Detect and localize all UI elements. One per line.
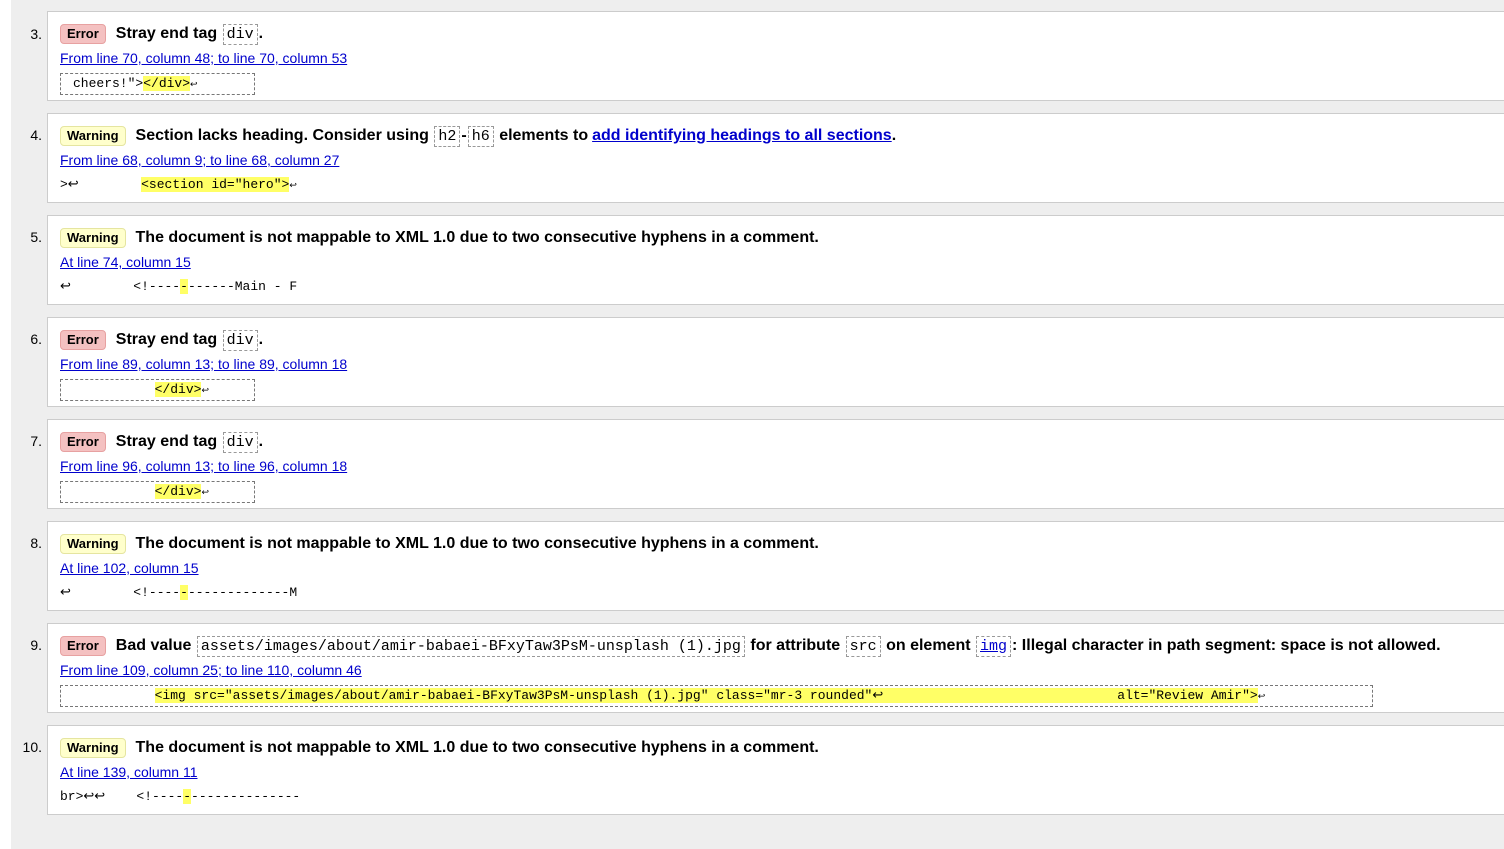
extract-highlight: <img src="assets/images/about/amir-babae… [154,688,1258,703]
message-heading: Error Bad value assets/images/about/amir… [60,634,1441,658]
source-extract: ↩ <!-----------Main - F [60,277,309,299]
extract-text [61,484,155,499]
message-text: for attribute [750,637,841,654]
extract-text: br>↩↩ <!---- [60,789,184,804]
message-number: 5. [30,229,42,245]
extract-highlight: <section id="hero"> [141,177,290,192]
extract-highlight: </div> [154,484,202,499]
warning-badge: Warning [60,228,126,248]
extract-text: -------------- [191,789,301,804]
message-suffix: . [891,127,897,144]
source-extract: br>↩↩ <!------------------- [60,787,312,809]
line-break-marker: ↩ [201,386,209,396]
message-number: 4. [30,127,42,143]
source-extract: </div>↩ [60,481,255,503]
extract-text: ↩ <!---- [60,279,181,294]
extract-text: ↩ <!---- [60,585,181,600]
line-break-marker: ↩ [289,181,297,191]
error-badge: Error [60,432,106,452]
message-card: Warning The document is not mappable to … [47,521,1504,611]
line-break-marker: ↩ [201,488,209,498]
code-snippet: src [845,635,881,657]
message-suffix: . [258,433,264,450]
message-heading: Error Stray end tag div . [60,22,263,46]
message-heading: Warning The document is not mappable to … [60,736,819,760]
line-break-marker: ↩ [190,80,198,90]
warning-badge: Warning [60,126,126,146]
message-number: 7. [30,433,42,449]
warning-badge: Warning [60,534,126,554]
headings-help-link[interactable]: add identifying headings to all sections [592,127,892,145]
message-suffix: . [258,331,264,348]
message-heading: Warning The document is not mappable to … [60,226,819,250]
dash: - [461,127,467,144]
message-title: Stray end tag [115,25,218,42]
message-card: Error Bad value assets/images/about/amir… [47,623,1504,713]
extract-text: -------------M [187,585,298,600]
source-extract: >↩ <section id="hero">↩ [60,175,309,197]
message-title: The document is not mappable to XML 1.0 … [135,535,819,552]
message-number: 8. [30,535,42,551]
error-badge: Error [60,636,106,656]
location-link[interactable]: At line 102, column 15 [60,560,199,576]
message-title: Stray end tag [115,331,218,348]
message-suffix: . [258,25,264,42]
message-title: The document is not mappable to XML 1.0 … [135,739,819,756]
source-extract: cheers!"></div>↩ [60,73,255,95]
line-break-marker: ↩ [1257,692,1266,702]
message-card: Warning The document is not mappable to … [47,215,1504,305]
location-link[interactable]: From line 68, column 9; to line 68, colu… [60,152,339,168]
code-snippet: h6 [467,125,494,147]
img-element-link[interactable]: img [976,635,1012,657]
code-snippet: assets/images/about/amir-babaei-BFxyTaw3… [196,635,745,657]
extract-highlight: </div> [154,382,202,397]
location-link[interactable]: From line 109, column 25; to line 110, c… [60,662,362,678]
message-card: Error Stray end tag div . From line 70, … [47,11,1504,101]
message-number: 10. [22,739,42,755]
extract-text [61,382,155,397]
source-extract: <img src="assets/images/about/amir-babae… [60,685,1373,707]
code-snippet: div [222,329,258,351]
location-link[interactable]: From line 96, column 13; to line 96, col… [60,458,347,474]
extract-highlight: - [183,789,192,804]
location-link[interactable]: At line 74, column 15 [60,254,191,270]
warning-badge: Warning [60,738,126,758]
message-number: 6. [30,331,42,347]
message-title: Section lacks heading. Consider using [135,127,429,144]
message-title: Stray end tag [115,433,218,450]
message-heading: Warning Section lacks heading. Consider … [60,124,896,148]
message-heading: Error Stray end tag div . [60,328,263,352]
error-badge: Error [60,24,106,44]
message-card: Error Stray end tag div . From line 89, … [47,317,1504,407]
code-snippet: div [222,431,258,453]
extract-text: cheers!"> [73,76,144,91]
location-link[interactable]: At line 139, column 11 [60,764,198,780]
code-snippet: h2 [434,125,461,147]
extract-highlight: - [180,585,188,600]
error-badge: Error [60,330,106,350]
message-number: 3. [30,26,42,42]
extract-highlight: </div> [143,76,191,91]
message-title: Bad value [115,637,192,654]
message-card: Error Stray end tag div . From line 96, … [47,419,1504,509]
extract-text: >↩ [60,177,142,192]
extract-highlight: - [180,279,188,294]
message-title: The document is not mappable to XML 1.0 … [135,229,819,246]
message-number: 9. [30,637,42,653]
message-card: Warning Section lacks heading. Consider … [47,113,1504,203]
message-text: elements to [499,127,589,144]
message-text: on element [886,637,971,654]
message-card: Warning The document is not mappable to … [47,725,1504,815]
source-extract: </div>↩ [60,379,255,401]
message-text: : Illegal character in path segment: spa… [1012,637,1441,654]
location-link[interactable]: From line 70, column 48; to line 70, col… [60,50,347,66]
extract-text: ------Main - F [187,279,298,294]
message-heading: Warning The document is not mappable to … [60,532,819,556]
message-heading: Error Stray end tag div . [60,430,263,454]
code-snippet: div [222,23,258,45]
extract-text [61,688,155,703]
location-link[interactable]: From line 89, column 13; to line 89, col… [60,356,347,372]
source-extract: ↩ <!------------------M [60,583,309,605]
